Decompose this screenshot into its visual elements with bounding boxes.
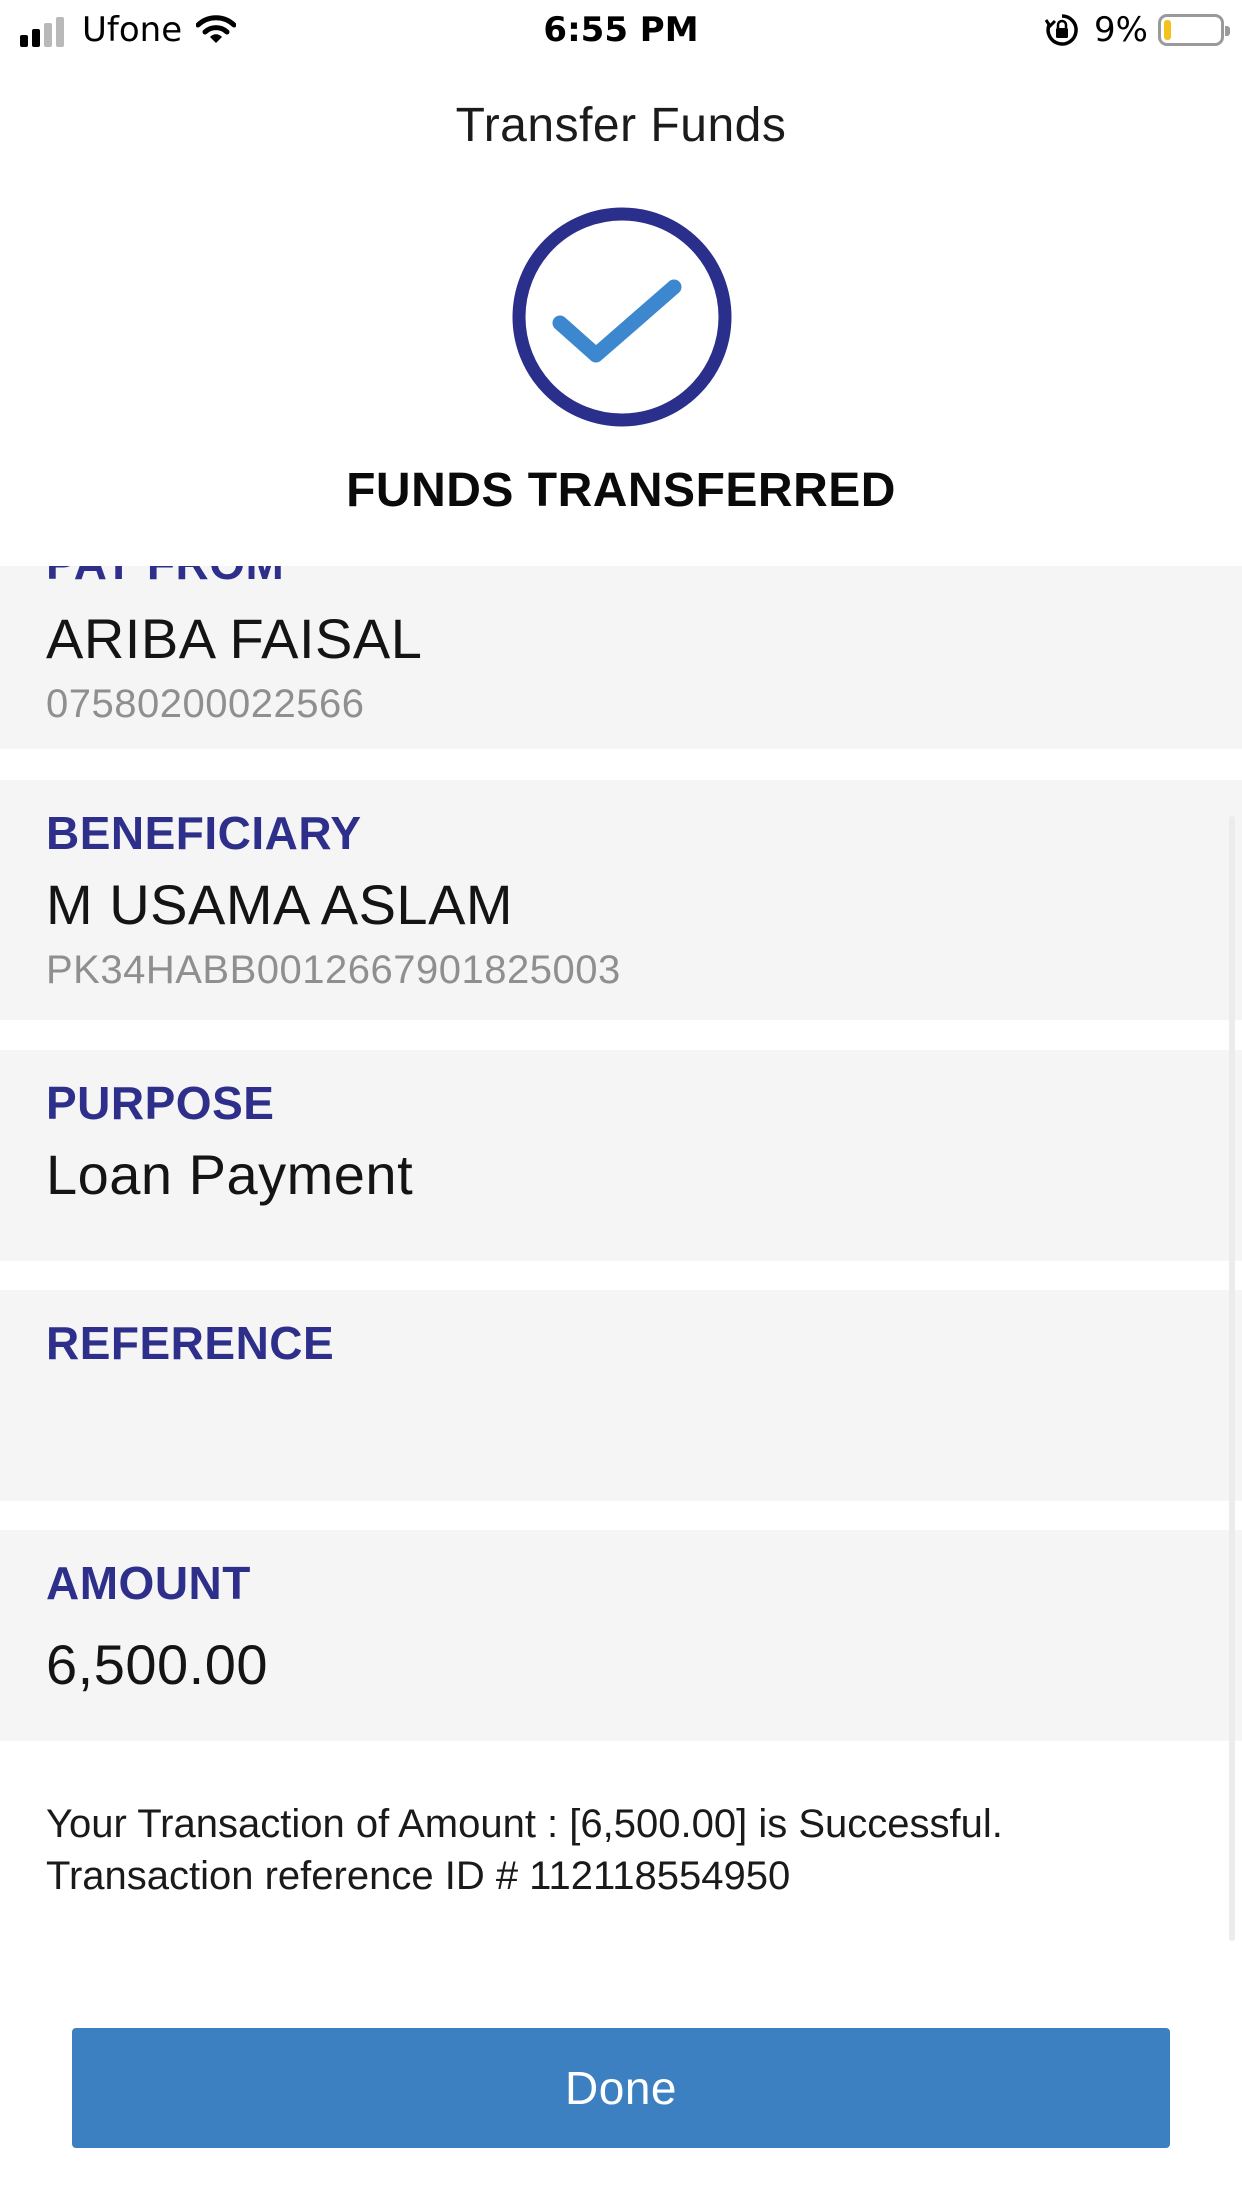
page-title: Transfer Funds (455, 99, 787, 152)
pay-from-label: PAY FROM (46, 566, 284, 590)
confirmation-line-2: Transaction reference ID # 112118554950 (46, 1854, 791, 1898)
beneficiary-card: BENEFICIARY M USAMA ASLAM PK34HABB001266… (0, 780, 1242, 1020)
done-button[interactable]: Done (72, 2028, 1170, 2148)
reference-label: REFERENCE (46, 1317, 335, 1369)
beneficiary-label: BENEFICIARY (46, 807, 362, 859)
orientation-lock-icon (1044, 14, 1078, 46)
pay-from-card: PAY FROM ARIBA FAISAL 07580200022566 (0, 566, 1242, 749)
status-bar-right: 9% (1044, 10, 1230, 50)
scrollbar[interactable] (1229, 816, 1235, 1941)
pay-from-name: ARIBA FAISAL (46, 607, 423, 670)
transaction-details-scroll[interactable]: PAY FROM ARIBA FAISAL 07580200022566 BEN… (0, 566, 1242, 1946)
amount-label: AMOUNT (46, 1557, 251, 1609)
reference-card: REFERENCE (0, 1290, 1242, 1501)
battery-percent: 9% (1094, 10, 1148, 50)
purpose-label: PURPOSE (46, 1077, 275, 1129)
purpose-card: PURPOSE Loan Payment (0, 1050, 1242, 1261)
checkmark-circle-icon (512, 207, 732, 427)
beneficiary-name: M USAMA ASLAM (46, 873, 514, 936)
beneficiary-account: PK34HABB0012667901825003 (46, 948, 621, 992)
amount-value: 6,500.00 (46, 1633, 268, 1696)
success-title: FUNDS TRANSFERRED (346, 464, 896, 517)
confirmation-line-1: Your Transaction of Amount : [6,500.00] … (46, 1802, 1003, 1846)
amount-card: AMOUNT 6,500.00 (0, 1530, 1242, 1741)
confirmation-message: Your Transaction of Amount : [6,500.00] … (46, 1798, 1216, 1902)
pay-from-account: 07580200022566 (46, 682, 365, 726)
status-bar: Ufone 6:55 PM 9% (0, 0, 1242, 64)
purpose-value: Loan Payment (46, 1143, 414, 1206)
transfer-success-screen: Ufone 6:55 PM 9% Transfer Funds FUNDS TR… (0, 0, 1242, 2208)
battery-icon (1158, 14, 1230, 46)
